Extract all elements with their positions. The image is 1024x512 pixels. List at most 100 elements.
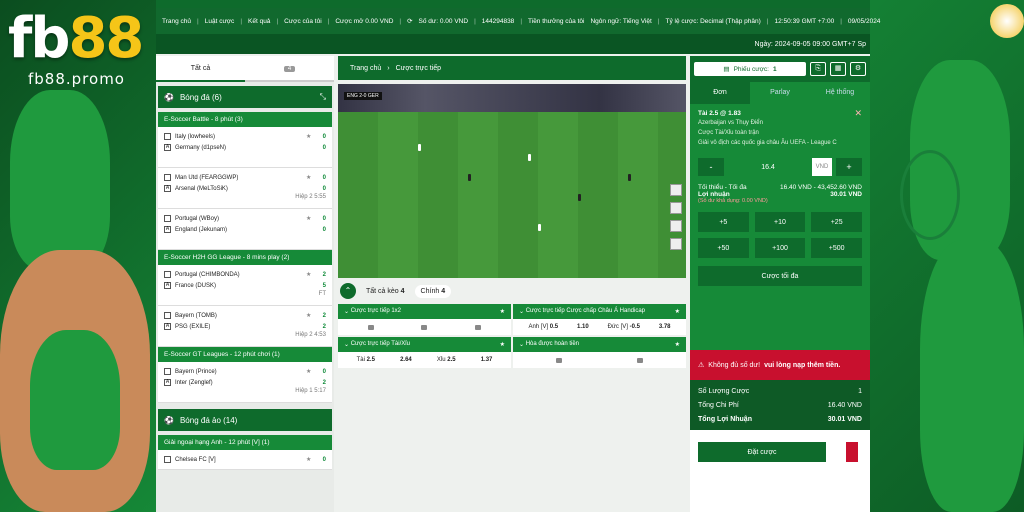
- star-icon[interactable]: ★: [500, 341, 505, 348]
- stake-input[interactable]: 16.4: [728, 164, 808, 171]
- tab-parlay[interactable]: Parlay: [750, 82, 810, 104]
- home-team: Bayern (TOMB): [175, 312, 217, 319]
- nav-home[interactable]: Trang chủ: [162, 18, 191, 25]
- tab-all-markets[interactable]: Tất cả kèo 4: [366, 288, 405, 295]
- nav-bonus[interactable]: Tiền thưởng của tôi: [528, 18, 584, 25]
- star-icon[interactable]: ★: [306, 215, 316, 222]
- star-icon[interactable]: ★: [306, 312, 316, 319]
- league-list: E-Soccer Battle - 8 phút (3) Italy (lowhe…: [156, 112, 334, 403]
- sport-label: Bóng đá ảo (14): [179, 415, 238, 425]
- player: [578, 194, 581, 201]
- match-item[interactable]: Bayern (Prince) ★ 0 A Inter (Zenglef) 2 Hiệp 1…: [158, 362, 332, 403]
- star-icon[interactable]: ★: [500, 308, 505, 315]
- sport-header-virtual[interactable]: ⚽ Bóng đá ảo (14): [158, 409, 332, 431]
- increase-stake-button[interactable]: +: [836, 158, 862, 176]
- score: 0: [322, 456, 326, 463]
- market-title: Cược trực tiếp Tài/Xỉu: [350, 341, 410, 347]
- home-score: 0: [322, 215, 326, 222]
- market-header[interactable]: ⌄ Hòa được hoàn tiền ★: [513, 337, 686, 352]
- calculator-icon[interactable]: ▦: [830, 62, 846, 76]
- tab-count[interactable]: 4: [245, 57, 334, 82]
- sport-header-football[interactable]: ⚽ Bóng đá (6) ⤡: [158, 86, 332, 108]
- clear-slip-button[interactable]: [846, 442, 858, 462]
- star-icon[interactable]: ★: [675, 308, 680, 315]
- match-status: Hiệp 1 5:17: [295, 388, 326, 394]
- odds-value[interactable]: 2.64: [400, 357, 412, 363]
- odds-cell-under[interactable]: Xỉu 2.5: [437, 357, 456, 363]
- tab-all[interactable]: Tất cả: [156, 57, 245, 82]
- alert-link[interactable]: vui lòng nạp thêm tiền.: [764, 362, 840, 369]
- min-max-row: Tối thiểu - Tối đa 16.40 VND - 43,452.60 …: [698, 184, 862, 191]
- market-header[interactable]: ⌄ Cược trực tiếp Tài/Xỉu ★: [338, 337, 511, 352]
- max-bet-button[interactable]: Cược tối đa: [698, 266, 862, 286]
- sportsbook-app: Trang chủ | Luật cược | Kết quả | Cược của …: [156, 0, 880, 512]
- star-icon[interactable]: ★: [675, 341, 680, 348]
- odds-value[interactable]: 1.37: [481, 357, 493, 363]
- match-item[interactable]: Portugal (WBoy) ★ 0 A England (Jekunam) 0: [158, 209, 332, 250]
- fullscreen-icon[interactable]: [670, 238, 682, 250]
- quick-stake-10[interactable]: +10: [754, 212, 806, 232]
- expand-icon[interactable]: [670, 220, 682, 232]
- live-stream-video[interactable]: ENG 2-0 GER: [338, 84, 686, 278]
- market-header[interactable]: ⌄ Cược trực tiếp Cược chấp Châu Á Handic…: [513, 304, 686, 319]
- odds-row: [338, 319, 511, 335]
- language-select[interactable]: Ngôn ngữ: Tiếng Việt: [590, 18, 651, 25]
- odds-value[interactable]: 1.10: [577, 324, 589, 330]
- athlete-runner: [10, 90, 110, 270]
- insufficient-balance-alert: ⚠ Không đủ số dư! vui lòng nạp thêm tiền.: [690, 350, 870, 380]
- league-header[interactable]: Giải ngoại hạng Anh - 12 phút [V] (1): [158, 435, 332, 450]
- odds-cell-over[interactable]: Tài 2.5: [357, 357, 375, 363]
- league-header[interactable]: E-Soccer Battle - 8 phút (3): [158, 112, 332, 127]
- star-icon[interactable]: ★: [306, 271, 316, 278]
- nav-my-bets[interactable]: Cược của tôi: [284, 18, 322, 25]
- match-item[interactable]: Italy (lowheels) ★ 0 A Germany (d1pseN) 0: [158, 127, 332, 168]
- quick-stake-5[interactable]: +5: [698, 212, 749, 232]
- market-over-under: ⌄ Cược trực tiếp Tài/Xỉu ★ Tài 2.5 2.64 Xỉ…: [338, 337, 511, 368]
- refresh-icon[interactable]: ⟳: [407, 17, 412, 25]
- nav-rules[interactable]: Luật cược: [205, 18, 235, 25]
- collapse-icon[interactable]: ⤡: [320, 92, 326, 102]
- odds-cell-home[interactable]: Anh [V] 0.5: [528, 324, 558, 330]
- profit-label: Lợi nhuận: [698, 191, 730, 198]
- tab-single[interactable]: Đơn: [690, 82, 750, 104]
- odds-value[interactable]: 3.78: [659, 324, 671, 330]
- bet-history-icon[interactable]: ⎘: [810, 62, 826, 76]
- stake-row: - 16.4 VND +: [698, 158, 862, 176]
- quick-stake-50[interactable]: +50: [698, 238, 749, 258]
- nav-results[interactable]: Kết quả: [248, 18, 270, 25]
- star-icon[interactable]: ★: [306, 368, 316, 375]
- league-header[interactable]: E-Soccer H2H GG League - 8 mins play (2): [158, 250, 332, 265]
- market-header[interactable]: ⌄ Cược trực tiếp 1x2 ★: [338, 304, 511, 319]
- virtual-football-icon: ⚽: [164, 415, 174, 425]
- stats-icon[interactable]: [670, 184, 682, 196]
- close-icon[interactable]: ✕: [854, 108, 862, 119]
- lock-icon: [421, 324, 428, 330]
- match-item[interactable]: Bayern (TOMB) ★ 2 A PSG (EXILE) 2 Hiệp 2 4:53: [158, 306, 332, 347]
- pitch-view-icon[interactable]: [670, 202, 682, 214]
- settings-icon[interactable]: ⚙: [850, 62, 866, 76]
- star-icon[interactable]: ★: [306, 174, 316, 181]
- quick-stake-100[interactable]: +100: [754, 238, 806, 258]
- bet-slip-button[interactable]: ▤ Phiếu cược: 1: [694, 62, 806, 76]
- match-item[interactable]: Man Utd (FEARGGWP) ★ 0 A Arsenal (MeLToSiK) 0…: [158, 168, 332, 209]
- team-icon: A: [164, 282, 171, 289]
- available-balance: (Số dư khả dụng: 0.00 VND): [698, 198, 768, 204]
- odds-cell-away[interactable]: Đức [V] -0.5: [608, 324, 640, 330]
- match-item[interactable]: Chelsea FC [V] ★ 0: [158, 450, 332, 470]
- quick-stake-500[interactable]: +500: [811, 238, 862, 258]
- place-bet-button[interactable]: Đặt cược: [698, 442, 826, 462]
- decrease-stake-button[interactable]: -: [698, 158, 724, 176]
- quick-stake-25[interactable]: +25: [811, 212, 862, 232]
- collapse-up-icon[interactable]: ⌃: [340, 283, 356, 299]
- star-icon[interactable]: ★: [306, 456, 316, 463]
- nav-open-bets[interactable]: Cược mở 0.00 VND: [335, 18, 393, 25]
- fb88-logo[interactable]: fb88: [8, 6, 144, 71]
- tab-main-markets[interactable]: Chính 4: [414, 284, 452, 298]
- star-icon[interactable]: ★: [306, 133, 316, 140]
- tab-system[interactable]: Hệ thống: [810, 82, 870, 104]
- match-item[interactable]: Portugal (CHIMBONDA) ★ 2 A France (DUSK) 5 FT: [158, 265, 332, 306]
- sport-label: Bóng đá (6): [179, 92, 222, 102]
- odds-format-select[interactable]: Tỷ lệ cược: Decimal (Thập phân): [665, 18, 760, 25]
- league-header[interactable]: E-Soccer GT Leagues - 12 phút chơi (1): [158, 347, 332, 362]
- crumb-home[interactable]: Trang chủ: [350, 65, 381, 72]
